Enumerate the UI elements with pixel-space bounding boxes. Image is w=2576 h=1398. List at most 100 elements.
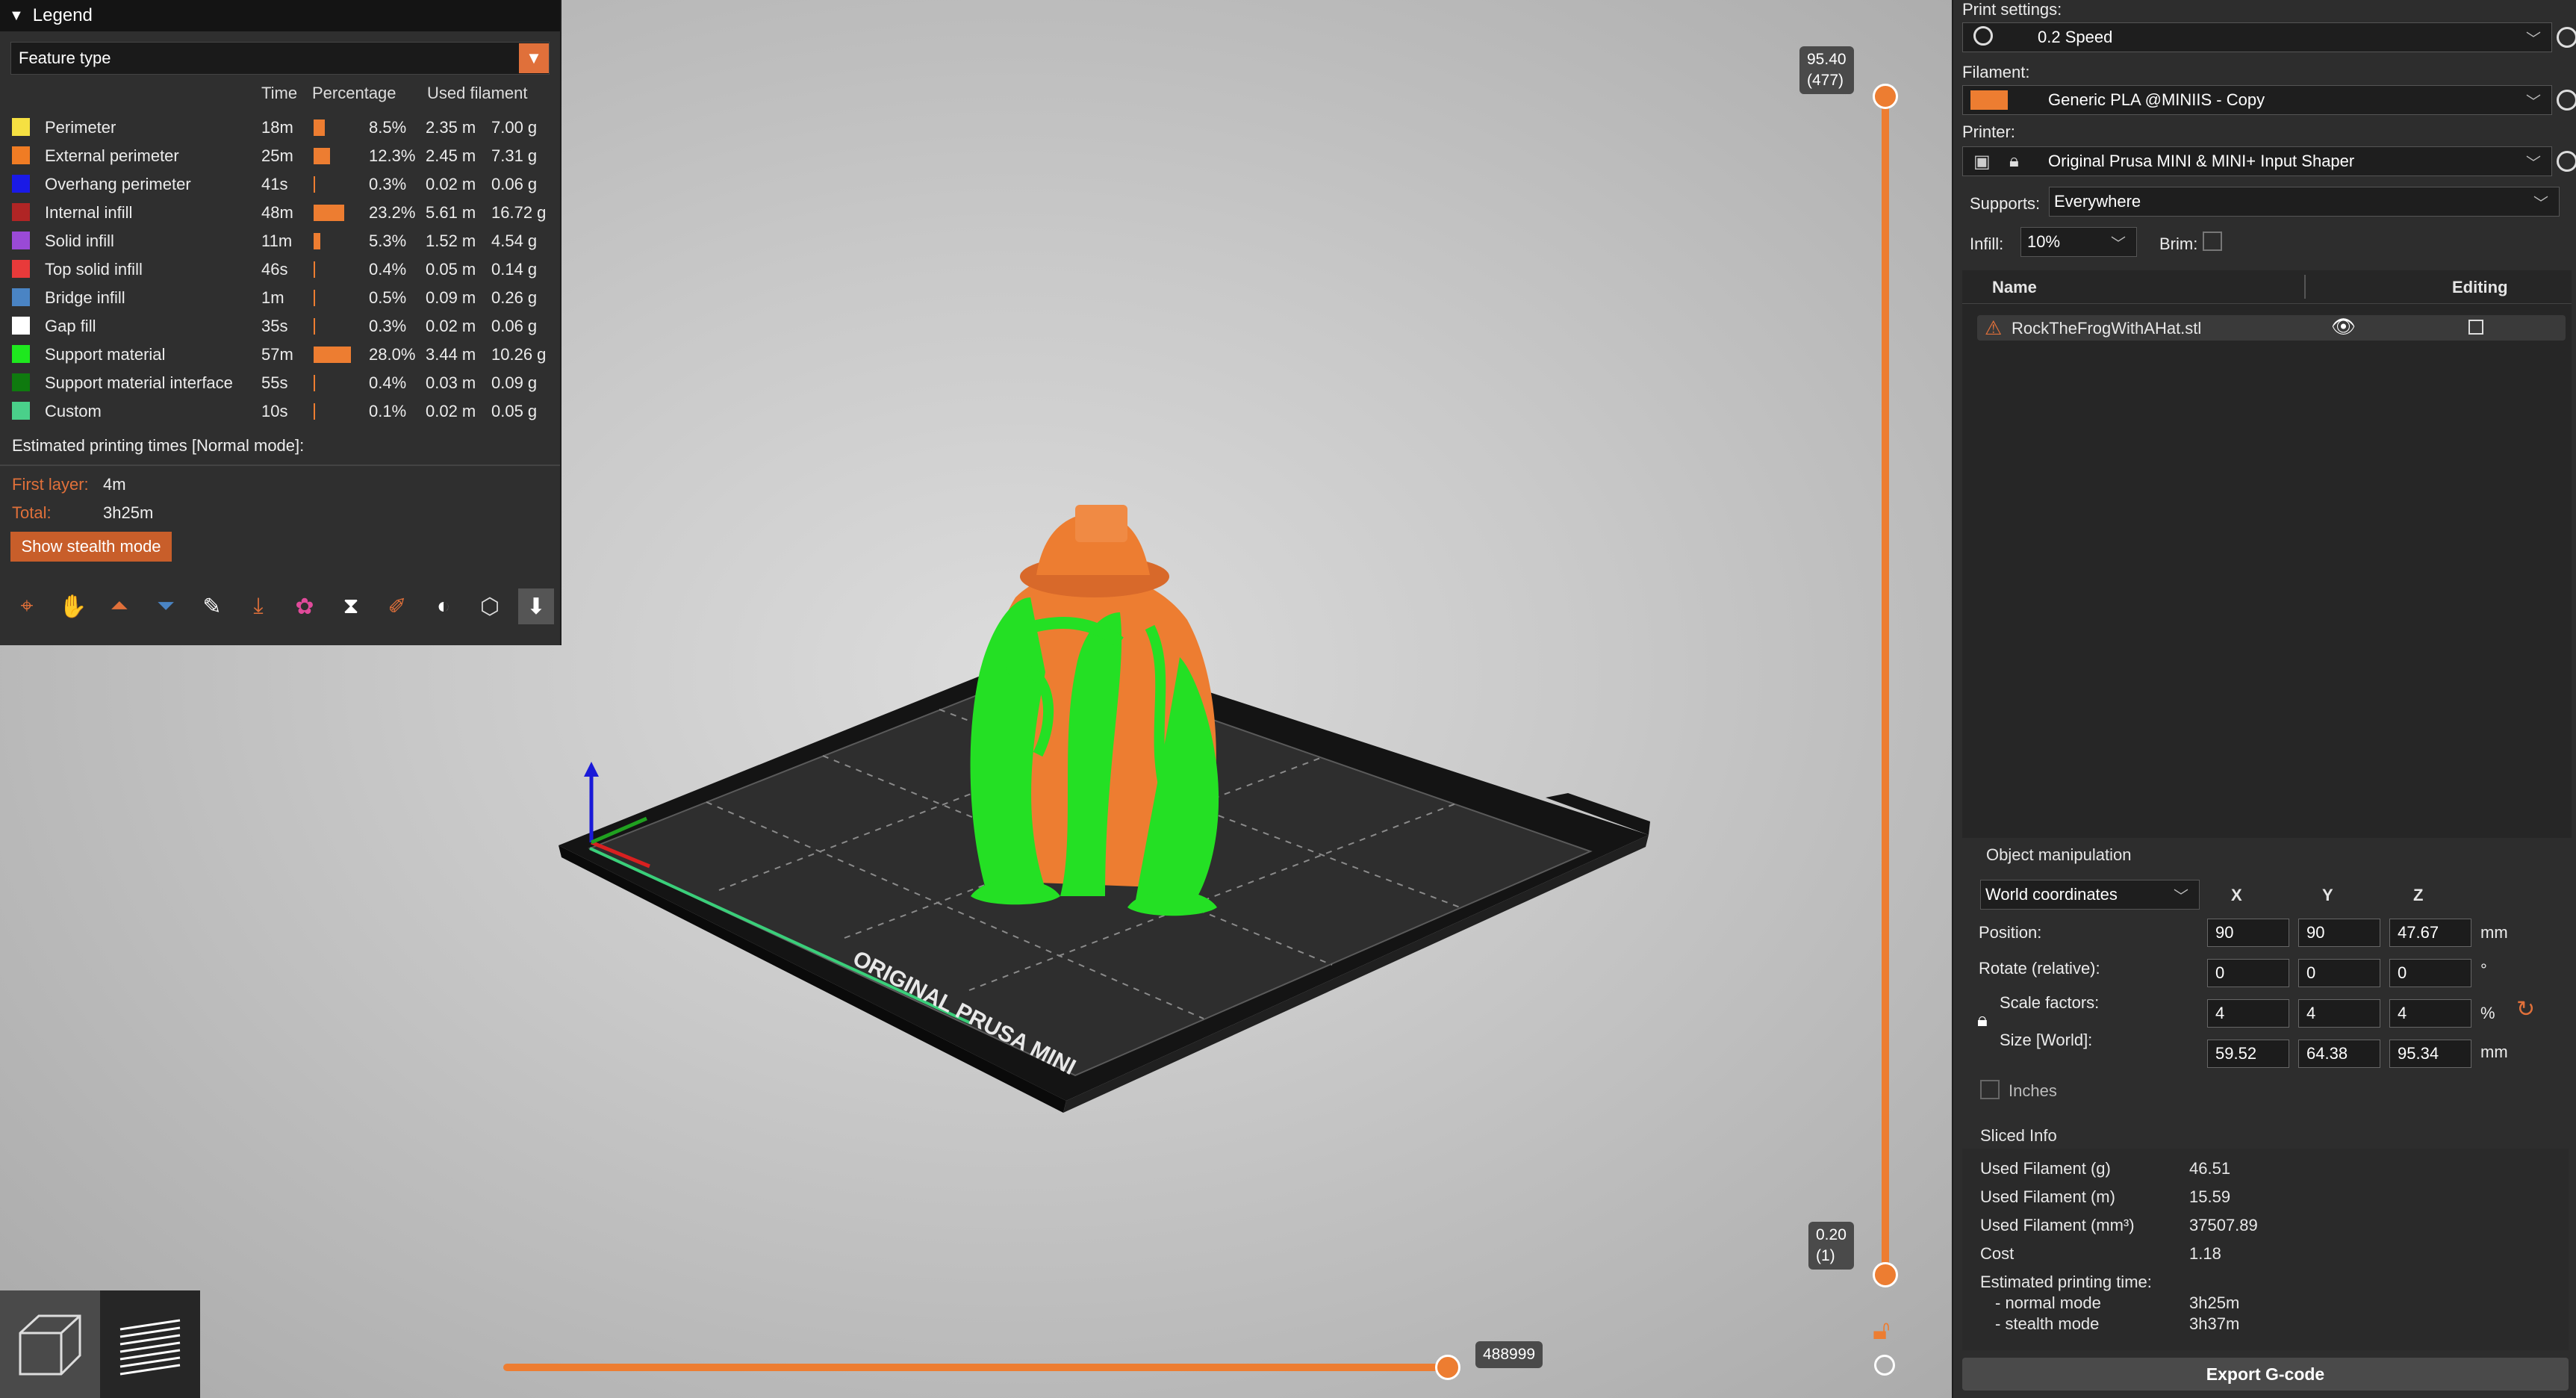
rotate-unit: °	[2480, 960, 2487, 979]
chevron-down-icon: ﹀	[2111, 235, 2126, 252]
move-slider-thumb[interactable]	[1435, 1355, 1460, 1380]
col-used-filament-header: Used filament	[427, 84, 528, 102]
legend-item[interactable]: Support material 57m 28.0% 3.44 m 10.26 g	[12, 339, 550, 367]
color-changes-icon[interactable]: ✿	[287, 588, 323, 624]
object-row[interactable]: ⚠ RockTheFrogWithAHat.stl 👁︎	[1977, 315, 2566, 341]
color-swatch	[12, 260, 30, 278]
lock-icon[interactable]: 🔓︎	[1873, 1314, 1890, 1346]
legend-item[interactable]: Bridge infill 1m 0.5% 0.09 m 0.26 g	[12, 282, 550, 311]
first-layer-value: 4m	[103, 475, 126, 494]
color-swatch	[12, 317, 30, 335]
preview-button[interactable]	[100, 1290, 200, 1398]
layer-slider[interactable]	[1882, 96, 1889, 1274]
dropdown-arrow-icon[interactable]: ▼	[519, 43, 549, 73]
layer-slider-bottom-thumb[interactable]	[1873, 1262, 1898, 1287]
used-filament-g-row: Used Filament (g) 46.51	[1980, 1159, 2230, 1178]
edit-object-icon[interactable]	[2468, 320, 2483, 335]
legend-item-time: 46s	[261, 260, 288, 279]
scale-x-input[interactable]: 4	[2207, 999, 2289, 1028]
print-settings-select[interactable]: 0.2 Speed ﹀	[1962, 22, 2552, 52]
pause-prints-icon[interactable]: ⧗	[333, 588, 369, 624]
scale-y-input[interactable]: 4	[2298, 999, 2380, 1028]
scale-lock-icon[interactable]: 🔒︎	[1977, 1008, 1988, 1032]
printer-select[interactable]: ▣ 🔒︎ Original Prusa MINI & MINI+ Input S…	[1962, 146, 2552, 176]
legend-item-time: 18m	[261, 118, 293, 137]
legend-item[interactable]: Overhang perimeter 41s 0.3% 0.02 m 0.06 g	[12, 169, 550, 197]
warning-icon[interactable]: ⚠	[1985, 317, 2002, 340]
view-type-select[interactable]: Feature type ▼	[10, 42, 550, 75]
collapse-triangle-icon[interactable]: ▼	[9, 7, 24, 25]
tool-changes-icon[interactable]: ⤓	[240, 588, 276, 624]
custom-gcodes-icon[interactable]: ✐	[379, 588, 415, 624]
rotate-x-input[interactable]: 0	[2207, 959, 2289, 987]
shells-icon[interactable]: ⬡	[472, 588, 508, 624]
legend-item[interactable]: Perimeter 18m 8.5% 2.35 m 7.00 g	[12, 112, 550, 140]
export-gcode-button[interactable]: Export G-code	[1962, 1358, 2569, 1391]
eye-icon[interactable]: 👁︎	[2331, 315, 2356, 338]
legend-item[interactable]: Support material interface 55s 0.4% 0.03 m 0…	[12, 367, 550, 396]
percentage-bar	[314, 375, 315, 391]
size-z-input[interactable]: 95.34	[2389, 1040, 2471, 1068]
center-of-gravity-icon[interactable]: ◐	[426, 588, 461, 624]
coordinates-select[interactable]: World coordinates ﹀	[1980, 880, 2200, 910]
seams-icon[interactable]: ✎	[194, 588, 230, 624]
sliced-model	[970, 505, 1219, 916]
rotate-z-input[interactable]: 0	[2389, 959, 2471, 987]
legend-header[interactable]: ▼ Legend	[0, 0, 560, 31]
rotate-y-input[interactable]: 0	[2298, 959, 2380, 987]
chevron-down-icon: ﹀	[2533, 195, 2548, 212]
show-stealth-mode-button[interactable]: Show stealth mode	[10, 532, 172, 562]
name-column-header[interactable]: Name	[1992, 278, 2037, 297]
legend-item-length: 0.05 m	[426, 260, 476, 279]
size-x-input[interactable]: 59.52	[2207, 1040, 2289, 1068]
print-settings-value: 0.2 Speed	[2038, 28, 2113, 46]
retractions-icon[interactable]: ⏶	[102, 588, 137, 624]
legend-item-percentage: 0.3%	[369, 317, 407, 335]
print-settings-icon	[1973, 26, 1993, 46]
position-y-input[interactable]: 90	[2298, 919, 2380, 947]
legend-item-label: Support material	[45, 345, 166, 364]
legend-item[interactable]: Internal infill 48m 23.2% 5.61 m 16.72 g	[12, 197, 550, 226]
position-x-input[interactable]: 90	[2207, 919, 2289, 947]
legend-item-length: 2.35 m	[426, 118, 476, 137]
supports-label: Supports:	[1970, 194, 2041, 213]
filament-color-swatch[interactable]	[1970, 90, 2008, 110]
legend-item[interactable]: Custom 10s 0.1% 0.02 m 0.05 g	[12, 396, 550, 424]
editing-column-header[interactable]: Editing	[2452, 278, 2508, 297]
size-y-input[interactable]: 64.38	[2298, 1040, 2380, 1068]
filament-select[interactable]: Generic PLA @MINIIS - Copy ﹀	[1962, 85, 2552, 115]
position-z-input[interactable]: 47.67	[2389, 919, 2471, 947]
legend-item[interactable]: External perimeter 25m 12.3% 2.45 m 7.31 g	[12, 140, 550, 169]
settings-cog-icon[interactable]	[1874, 1355, 1895, 1376]
tool-marker-icon[interactable]: ⬇	[518, 588, 554, 624]
travel-icon[interactable]: ⌖	[9, 588, 45, 624]
filament-edit-icon[interactable]	[2557, 90, 2576, 111]
scale-z-input[interactable]: 4	[2389, 999, 2471, 1028]
legend-item[interactable]: Gap fill 35s 0.3% 0.02 m 0.06 g	[12, 311, 550, 339]
3d-view-button[interactable]	[0, 1290, 100, 1398]
stealth-mode-value: 3h37m	[2189, 1314, 2240, 1333]
wipe-icon[interactable]: ✋	[55, 588, 91, 624]
legend-item[interactable]: Top solid infill 46s 0.4% 0.05 m 0.14 g	[12, 254, 550, 282]
layer-slider-top-thumb[interactable]	[1873, 84, 1898, 109]
percentage-bar	[314, 119, 326, 136]
legend-item-label: Overhang perimeter	[45, 175, 191, 193]
si-value: 1.18	[2189, 1244, 2221, 1263]
move-slider[interactable]	[503, 1364, 1450, 1371]
brim-checkbox[interactable]	[2203, 232, 2222, 251]
print-settings-edit-icon[interactable]	[2557, 27, 2576, 48]
legend-item[interactable]: Solid infill 11m 5.3% 1.52 m 4.54 g	[12, 226, 550, 254]
reset-scale-icon[interactable]: ↻	[2516, 996, 2535, 1022]
inches-checkbox[interactable]	[1980, 1080, 2000, 1099]
legend-item-percentage: 5.3%	[369, 232, 407, 250]
infill-select[interactable]: 10% ﹀	[2020, 227, 2137, 257]
supports-select[interactable]: Everywhere ﹀	[2049, 187, 2560, 217]
legend-item-time: 1m	[261, 288, 284, 307]
printer-edit-icon[interactable]	[2557, 151, 2576, 172]
deretractions-icon[interactable]: ⏷	[148, 588, 184, 624]
layer-top-tag: 95.40 (477)	[1799, 46, 1854, 94]
legend-item-label: Internal infill	[45, 203, 133, 222]
legend-item-length: 0.02 m	[426, 175, 476, 193]
est-time-row: Estimated printing time:	[1980, 1273, 2152, 1292]
infill-label: Infill:	[1970, 234, 2004, 253]
